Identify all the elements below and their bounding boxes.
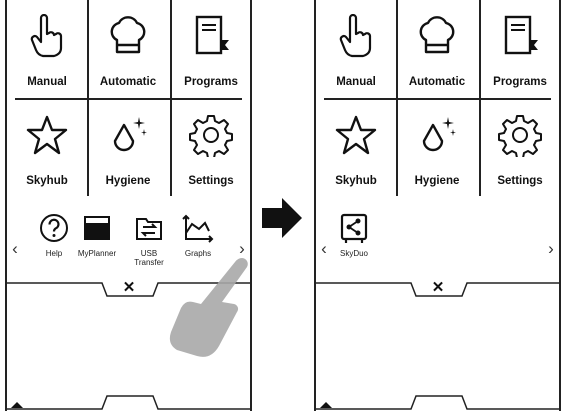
drop-sparkle-icon bbox=[422, 117, 456, 152]
planner-icon bbox=[84, 216, 110, 240]
tile-automatic[interactable]: Automatic bbox=[397, 0, 477, 99]
next-page-button[interactable]: › bbox=[545, 240, 557, 257]
hand-pointer-icon bbox=[339, 14, 372, 58]
drawer-handle-close[interactable]: ✕ bbox=[316, 276, 559, 306]
chef-hat-icon bbox=[110, 16, 146, 54]
strip-label: SkyDuo bbox=[339, 249, 368, 258]
tile-label: Hygiene bbox=[105, 175, 151, 187]
question-icon bbox=[40, 214, 68, 242]
drop-sparkle-icon bbox=[113, 117, 147, 152]
tile-label: Skyhub bbox=[335, 175, 377, 187]
close-drawer-button[interactable]: ✕ bbox=[119, 280, 139, 296]
drawer-handle-open[interactable] bbox=[7, 390, 250, 411]
chevron-up-icon[interactable] bbox=[316, 398, 336, 410]
prev-page-button[interactable]: ‹ bbox=[9, 240, 21, 257]
tile-hygiene[interactable]: Hygiene bbox=[397, 99, 477, 198]
tile-settings[interactable]: Settings bbox=[480, 99, 559, 198]
tile-skyhub[interactable]: Skyhub bbox=[7, 99, 87, 198]
tile-label: Settings bbox=[497, 175, 543, 187]
strip-item-myplanner[interactable]: MyPlanner bbox=[69, 211, 125, 273]
strip-item-skyduo[interactable]: SkyDuo bbox=[326, 211, 382, 273]
star-icon bbox=[26, 115, 68, 155]
tile-label: Skyhub bbox=[26, 175, 68, 187]
gear-icon bbox=[498, 115, 542, 157]
secondary-menu-strip: ‹ SkyDuo › bbox=[316, 205, 559, 275]
swipe-hand-icon bbox=[169, 258, 248, 357]
main-menu-grid: Manual Automatic Programs Skyhub Hygiene… bbox=[316, 0, 559, 198]
hand-pointer-icon bbox=[30, 14, 63, 58]
tile-automatic[interactable]: Automatic bbox=[88, 0, 168, 99]
tile-label: Automatic bbox=[99, 76, 157, 88]
tile-label: Automatic bbox=[408, 76, 466, 88]
right-arrow-icon bbox=[262, 198, 302, 238]
tile-label: Manual bbox=[27, 76, 67, 88]
tile-programs[interactable]: Programs bbox=[171, 0, 250, 99]
tile-skyhub[interactable]: Skyhub bbox=[316, 99, 396, 198]
book-icon bbox=[504, 15, 538, 55]
screen-before: Manual Automatic Programs Skyhub Hygiene… bbox=[5, 0, 252, 411]
close-drawer-button[interactable]: ✕ bbox=[428, 280, 448, 296]
graph-icon bbox=[182, 214, 214, 243]
chef-hat-icon bbox=[419, 16, 455, 54]
tile-manual[interactable]: Manual bbox=[7, 0, 87, 99]
tile-label: Hygiene bbox=[414, 175, 460, 187]
main-menu-grid: Manual Automatic Programs Skyhub Hygiene… bbox=[7, 0, 250, 198]
tile-label: Programs bbox=[493, 76, 547, 88]
star-icon bbox=[335, 115, 377, 155]
tile-label: Settings bbox=[188, 175, 234, 187]
book-icon bbox=[195, 15, 229, 55]
gear-icon bbox=[189, 115, 233, 157]
screen-after: Manual Automatic Programs Skyhub Hygiene… bbox=[314, 0, 561, 411]
strip-label: MyPlanner bbox=[77, 249, 117, 258]
skyduo-icon bbox=[340, 213, 368, 243]
tile-programs[interactable]: Programs bbox=[480, 0, 559, 99]
tile-label: Manual bbox=[336, 76, 376, 88]
drawer-handle-open[interactable] bbox=[316, 390, 559, 411]
tile-hygiene[interactable]: Hygiene bbox=[88, 99, 168, 198]
chevron-up-icon[interactable] bbox=[7, 398, 27, 410]
tile-manual[interactable]: Manual bbox=[316, 0, 396, 99]
tile-settings[interactable]: Settings bbox=[171, 99, 250, 198]
tile-label: Programs bbox=[184, 76, 238, 88]
usb-transfer-icon bbox=[136, 218, 162, 240]
